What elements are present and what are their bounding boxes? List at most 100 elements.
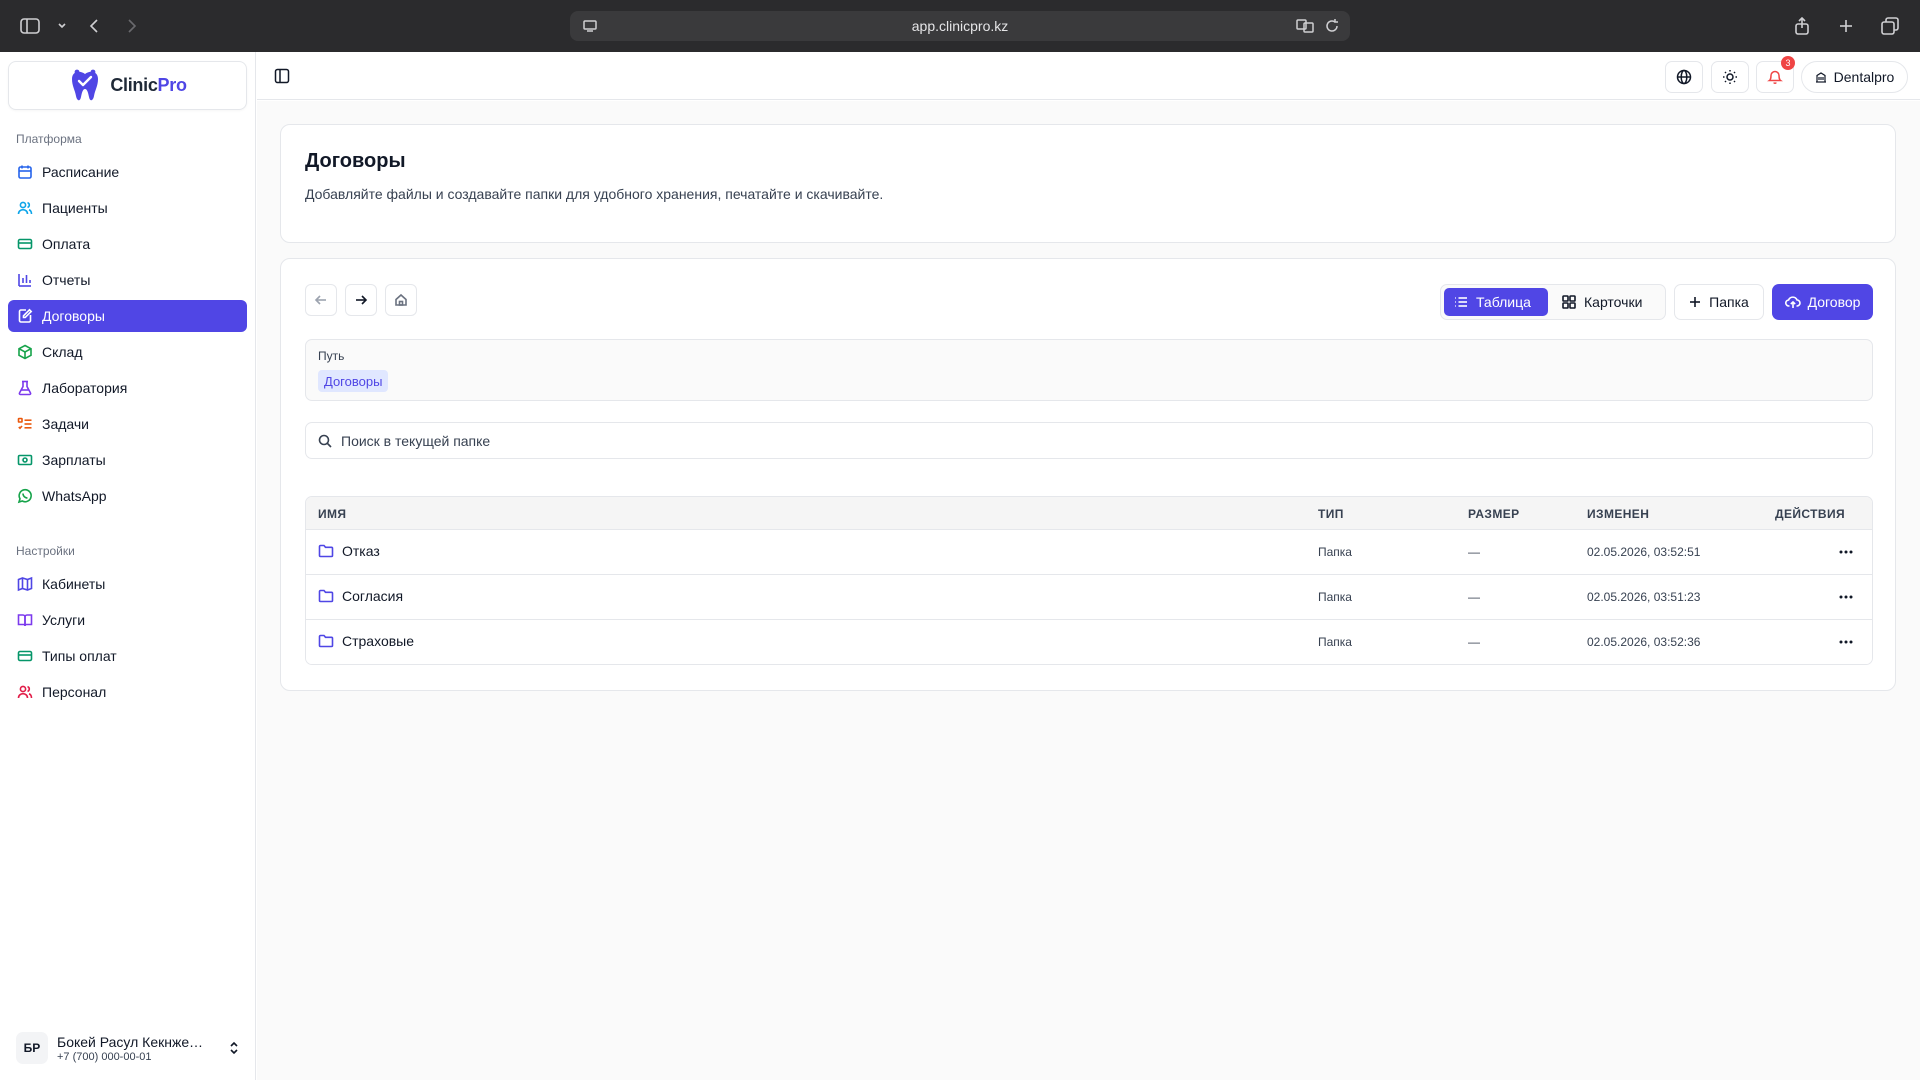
view-mode-toggle: Таблица Карточки: [1440, 284, 1666, 320]
file-type: Папка: [1318, 590, 1352, 604]
flask-icon: [18, 380, 32, 396]
sidebar-item-label: Зарплаты: [42, 452, 106, 468]
url-text: app.clinicpro.kz: [911, 18, 1009, 34]
nav-back-button[interactable]: [305, 284, 337, 316]
sidebar-item-tasks[interactable]: Задачи: [8, 408, 247, 440]
table-header: ИМЯ ТИП РАЗМЕР ИЗМЕНЕН ДЕЙСТВИЯ: [306, 497, 1872, 530]
nav-home-button[interactable]: [385, 284, 417, 316]
user-phone: +7 (700) 000-00-01: [57, 1050, 152, 1063]
page-title: Договоры: [305, 150, 406, 172]
translate-icon[interactable]: [1296, 18, 1314, 39]
topbar: 3 Dentalpro: [257, 52, 1920, 100]
site-settings-icon[interactable]: [582, 18, 598, 39]
back-icon[interactable]: [82, 14, 106, 38]
sidebar-item-services[interactable]: Услуги: [8, 604, 247, 636]
view-table-button[interactable]: Таблица: [1444, 288, 1548, 316]
map-icon: [17, 576, 33, 592]
plus-icon: [1690, 297, 1701, 307]
sidebar-item-schedule[interactable]: Расписание: [8, 156, 247, 188]
user-menu[interactable]: БР Бокей Расул Кекнжебаевич +7 (700) 000…: [16, 1028, 240, 1068]
share-icon[interactable]: [1790, 14, 1814, 38]
group-label-platform: Платформа: [16, 132, 82, 146]
sidebar-item-payment[interactable]: Оплата: [8, 228, 247, 260]
sidebar-item-reports[interactable]: Отчеты: [8, 264, 247, 296]
main-content: Договоры Добавляйте файлы и создавайте п…: [257, 101, 1920, 1080]
sidebar-item-label: Кабинеты: [42, 576, 106, 592]
sidebar-item-rooms[interactable]: Кабинеты: [8, 568, 247, 600]
search-input[interactable]: [341, 432, 1841, 449]
brand-logo[interactable]: ClinicPro: [8, 61, 247, 110]
column-header-type[interactable]: ТИП: [1318, 507, 1344, 521]
notifications-button[interactable]: 3: [1756, 56, 1795, 93]
table-row[interactable]: Страховые Папка — 02.05.2026, 03:52:36: [306, 620, 1872, 664]
chevron-down-icon[interactable]: [56, 14, 68, 38]
forward-icon[interactable]: [120, 14, 144, 38]
staff-icon: [17, 685, 33, 699]
file-name-cell: Согласия: [318, 588, 403, 604]
address-bar[interactable]: app.clinicpro.kz: [570, 11, 1350, 41]
sidebar-item-warehouse[interactable]: Склад: [8, 336, 247, 368]
sidebar-item-contracts[interactable]: Договоры: [8, 300, 247, 332]
view-table-label: Таблица: [1476, 294, 1531, 310]
search-field: [305, 422, 1873, 459]
avatar: БР: [16, 1032, 48, 1064]
tooth-logo-icon: [72, 69, 99, 100]
sidebar-item-whatsapp[interactable]: WhatsApp: [8, 480, 247, 512]
cloud-upload-icon: [1784, 296, 1801, 308]
file-size: —: [1468, 635, 1480, 649]
table-row[interactable]: Согласия Папка — 02.05.2026, 03:51:23: [306, 575, 1872, 620]
more-actions-icon[interactable]: [1836, 632, 1856, 652]
arrow-right-icon: [356, 295, 368, 305]
user-name: Бокей Расул Кекнжебаевич: [57, 1033, 207, 1050]
breadcrumb: Путь Договоры: [305, 339, 1873, 401]
more-actions-icon[interactable]: [1836, 542, 1856, 562]
bell-icon: [1767, 70, 1783, 85]
sidebar-item-patients[interactable]: Пациенты: [8, 192, 247, 224]
upload-contract-label: Договор: [1807, 294, 1861, 310]
file-modified: 02.05.2026, 03:52:51: [1587, 545, 1701, 559]
page-header-card: Договоры Добавляйте файлы и создавайте п…: [280, 124, 1896, 243]
new-folder-button[interactable]: Папка: [1674, 284, 1764, 320]
language-button[interactable]: [1665, 61, 1703, 93]
sidebar-item-label: Услуги: [42, 612, 86, 628]
file-type: Папка: [1318, 635, 1352, 649]
file-name: Отказ: [342, 543, 380, 559]
sidebar-item-label: Склад: [42, 344, 83, 360]
file-name-cell: Отказ: [318, 543, 380, 559]
view-cards-button[interactable]: Карточки: [1552, 288, 1662, 316]
more-actions-icon[interactable]: [1836, 587, 1856, 607]
sidebar-item-label: Отчеты: [42, 272, 91, 288]
sidebar-item-label: Пациенты: [42, 200, 108, 216]
sidebar-item-salaries[interactable]: Зарплаты: [8, 444, 247, 476]
reload-icon[interactable]: [1324, 18, 1340, 39]
file-modified: 02.05.2026, 03:52:36: [1587, 635, 1701, 649]
brand-name: ClinicPro: [110, 75, 187, 95]
column-header-name[interactable]: ИМЯ: [318, 507, 346, 521]
group-label-settings: Настройки: [16, 544, 75, 558]
file-type: Папка: [1318, 545, 1352, 559]
sidebar-toggle-icon[interactable]: [18, 14, 42, 38]
table-row[interactable]: Отказ Папка — 02.05.2026, 03:52:51: [306, 530, 1872, 575]
path-label: Путь: [318, 349, 345, 363]
new-tab-icon[interactable]: [1834, 14, 1858, 38]
panel-left-icon: [274, 68, 290, 84]
sidebar-collapse-button[interactable]: [271, 65, 293, 87]
page-description: Добавляйте файлы и создавайте папки для …: [305, 186, 884, 202]
sidebar-item-laboratory[interactable]: Лаборатория: [8, 372, 247, 404]
column-header-modified[interactable]: ИЗМЕНЕН: [1587, 507, 1649, 521]
calendar-icon: [18, 165, 32, 179]
tabs-overview-icon[interactable]: [1878, 14, 1902, 38]
clinic-switcher-button[interactable]: Dentalpro: [1801, 61, 1908, 93]
building-icon: [1815, 72, 1826, 83]
column-header-size[interactable]: РАЗМЕР: [1468, 507, 1520, 521]
file-size: —: [1468, 545, 1480, 559]
home-icon: [395, 293, 407, 306]
theme-toggle-button[interactable]: [1711, 61, 1749, 93]
upload-contract-button[interactable]: Договор: [1772, 284, 1873, 320]
folder-icon: [318, 544, 334, 558]
breadcrumb-item[interactable]: Договоры: [318, 370, 389, 392]
nav-forward-button[interactable]: [345, 284, 377, 316]
sidebar-item-staff[interactable]: Персонал: [8, 676, 247, 708]
sidebar-item-payment-types[interactable]: Типы оплат: [8, 640, 247, 672]
users-icon: [17, 201, 33, 215]
